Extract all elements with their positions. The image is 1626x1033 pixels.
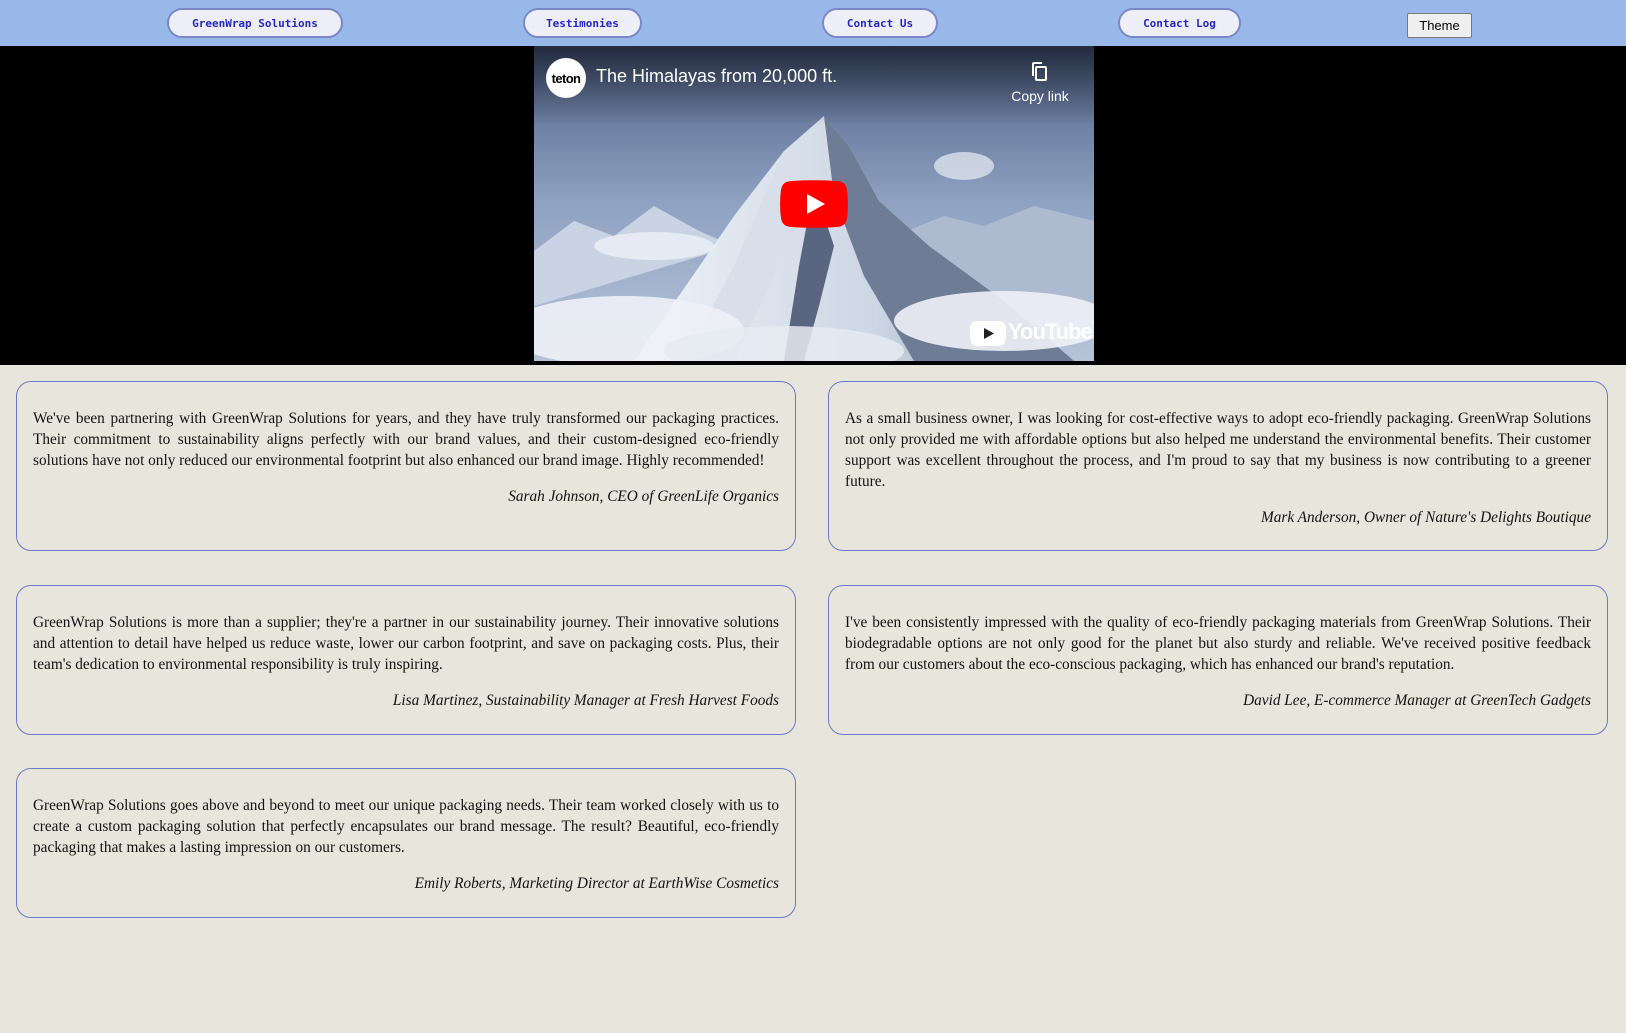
testimonial-author: Mark Anderson, Owner of Nature's Delight… <box>1260 509 1591 526</box>
testimonial-quote: As a small business owner, I was looking… <box>845 410 1591 490</box>
testimonial-card: We've been partnering with GreenWrap Sol… <box>16 381 796 551</box>
testimonial-quote: I've been consistently impressed with th… <box>845 614 1591 673</box>
nav-link-contact-log[interactable]: Contact Log <box>1118 8 1241 38</box>
nav-link-testimonies[interactable]: Testimonies <box>523 8 642 38</box>
copy-icon <box>1032 62 1047 81</box>
testimonial-quote: We've been partnering with GreenWrap Sol… <box>33 410 779 469</box>
theme-toggle-button[interactable]: Theme <box>1407 13 1472 38</box>
nav-link-contact-us[interactable]: Contact Us <box>822 8 938 38</box>
video-title[interactable]: The Himalayas from 20,000 ft. <box>596 66 837 87</box>
video-section: teton The Himalayas from 20,000 ft. Copy… <box>0 46 1626 365</box>
youtube-logo[interactable]: YouTube <box>970 319 1093 347</box>
top-nav: GreenWrap Solutions Testimonies Contact … <box>0 0 1626 46</box>
testimonial-author: Sarah Johnson, CEO of GreenLife Organics <box>508 488 779 505</box>
copy-link-button[interactable]: Copy link <box>1000 58 1080 108</box>
channel-avatar[interactable]: teton <box>546 58 586 98</box>
testimonial-author: David Lee, E-commerce Manager at GreenTe… <box>1243 692 1591 709</box>
testimonial-author: Emily Roberts, Marketing Director at Ear… <box>414 875 779 892</box>
testimonial-card: GreenWrap Solutions is more than a suppl… <box>16 585 796 735</box>
youtube-logo-text: YouTube <box>1008 319 1093 344</box>
testimonial-quote: GreenWrap Solutions is more than a suppl… <box>33 614 779 673</box>
testimonial-card: I've been consistently impressed with th… <box>828 585 1608 735</box>
nav-link-greenwrap-solutions[interactable]: GreenWrap Solutions <box>167 8 343 38</box>
play-icon[interactable] <box>780 180 848 228</box>
testimonial-card: GreenWrap Solutions goes above and beyon… <box>16 768 796 918</box>
testimonial-card: As a small business owner, I was looking… <box>828 381 1608 551</box>
testimonial-quote: GreenWrap Solutions goes above and beyon… <box>33 797 779 856</box>
testimonial-author: Lisa Martinez, Sustainability Manager at… <box>392 692 779 709</box>
video-embed[interactable]: teton The Himalayas from 20,000 ft. Copy… <box>534 46 1094 361</box>
copy-link-label: Copy link <box>1011 88 1069 104</box>
youtube-logo-icon <box>970 321 1006 346</box>
